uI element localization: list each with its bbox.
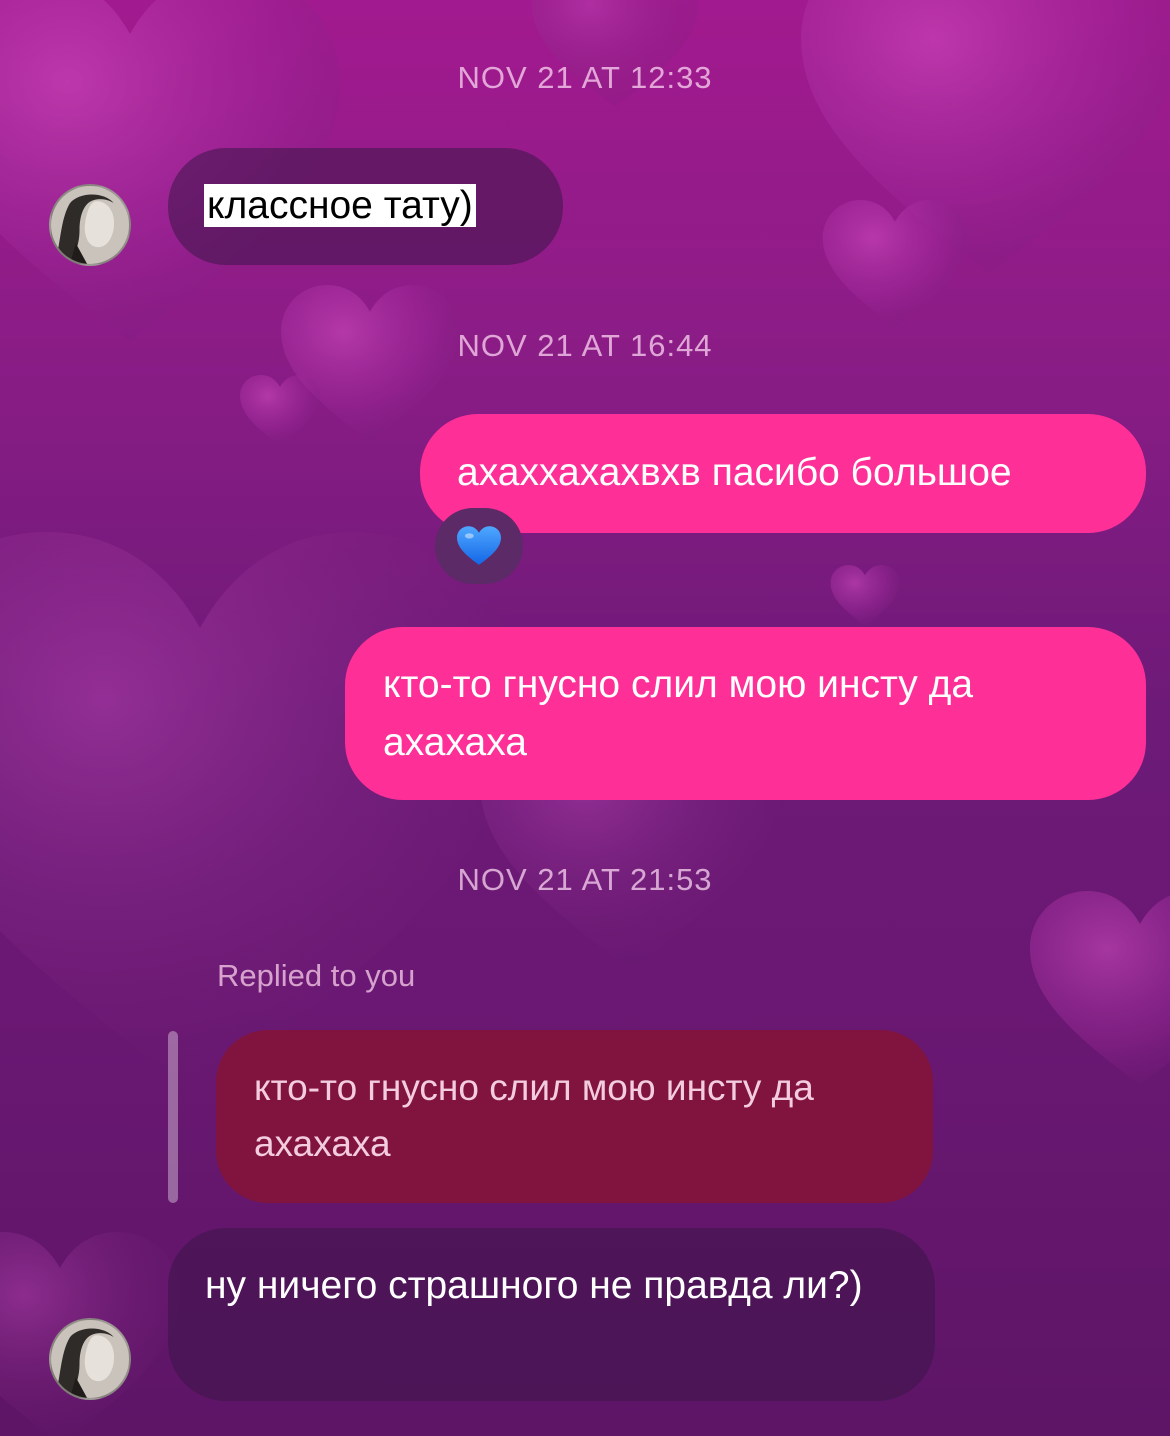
- timestamp: NOV 21 AT 16:44: [457, 328, 713, 363]
- avatar-portrait-icon: [51, 1320, 129, 1398]
- message-text: классное тату): [204, 184, 476, 227]
- message-text: ахаххахахвхв пасибо большое: [457, 451, 1012, 494]
- avatar-portrait-icon: [51, 186, 129, 264]
- timestamp: NOV 21 AT 21:53: [457, 862, 713, 897]
- blue-heart-emoji-icon: [457, 526, 501, 565]
- sent-message-bubble[interactable]: кто-то гнусно слил мою инсту да ахахаха: [345, 627, 1146, 800]
- contact-avatar[interactable]: [49, 1318, 131, 1400]
- message-reaction[interactable]: [435, 508, 523, 584]
- sent-message-bubble[interactable]: ахаххахахвхв пасибо большое: [420, 414, 1146, 533]
- contact-avatar[interactable]: [49, 184, 131, 266]
- reply-indicator-bar: [168, 1031, 178, 1203]
- received-message-bubble[interactable]: классное тату): [168, 148, 563, 265]
- timestamp: NOV 21 AT 12:33: [457, 60, 713, 95]
- quoted-message-text: кто-то гнусно слил мою инсту да ахахаха: [254, 1067, 814, 1164]
- replied-to-you-label: Replied to you: [217, 958, 416, 993]
- received-message-bubble[interactable]: ну ничего страшного не правда ли?): [168, 1228, 935, 1401]
- quoted-message-bubble[interactable]: кто-то гнусно слил мою инсту да ахахаха: [216, 1030, 933, 1203]
- message-text: кто-то гнусно слил мою инсту да ахахаха: [383, 663, 974, 764]
- message-text: ну ничего страшного не правда ли?): [205, 1264, 863, 1307]
